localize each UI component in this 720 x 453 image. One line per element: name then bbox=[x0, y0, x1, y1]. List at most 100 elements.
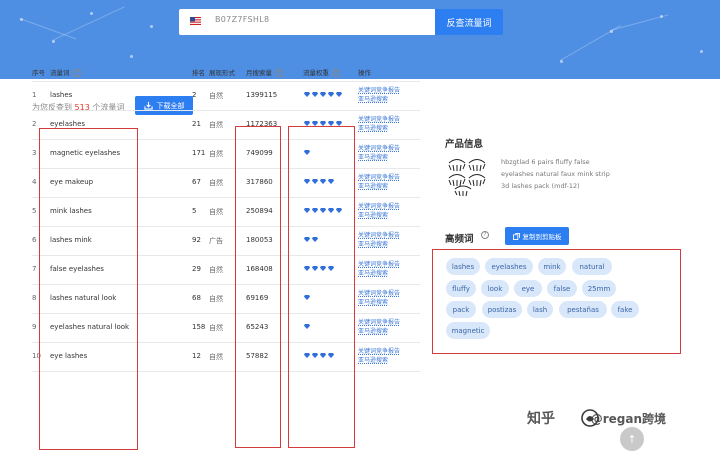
reverse-lookup-button[interactable]: 反查流量词 bbox=[435, 9, 503, 35]
row-index: 3 bbox=[32, 149, 37, 157]
competition-report-link[interactable]: 关键词竞争报告 bbox=[358, 144, 400, 153]
row-index: 6 bbox=[32, 236, 37, 244]
frequent-word-tag[interactable]: lash bbox=[527, 301, 553, 318]
row-actions: 关键词竞争报告 亚马逊搜索 bbox=[358, 289, 400, 307]
product-info-title: 产品信息 bbox=[445, 139, 484, 150]
frequent-word-tag[interactable]: postizas bbox=[482, 301, 522, 318]
competition-report-link[interactable]: 关键词竞争报告 bbox=[358, 231, 400, 240]
row-actions: 关键词竞争报告 亚马逊搜索 bbox=[358, 260, 400, 278]
frequent-word-tag[interactable]: false bbox=[547, 280, 577, 297]
frequent-word-tag[interactable]: fake bbox=[611, 301, 639, 318]
amazon-search-link[interactable]: 亚马逊搜索 bbox=[358, 211, 400, 220]
arrow-up-icon: ↑ bbox=[627, 432, 637, 446]
row-actions: 关键词竞争报告 亚马逊搜索 bbox=[358, 144, 400, 162]
display-type-cell: 自然 bbox=[209, 266, 223, 274]
row-index: 1 bbox=[32, 91, 37, 99]
copy-to-clipboard-button[interactable]: 复制到剪贴板 bbox=[505, 227, 569, 245]
help-icon[interactable]: ? bbox=[332, 69, 340, 77]
header-volume[interactable]: 月搜索量? bbox=[246, 67, 283, 77]
help-icon[interactable]: ? bbox=[481, 231, 489, 239]
header-weight[interactable]: 流量权重? bbox=[303, 67, 340, 77]
rank-cell: 5 bbox=[192, 207, 197, 215]
keyword-cell: lashes bbox=[50, 91, 73, 99]
frequent-word-tag[interactable]: pack bbox=[446, 301, 476, 318]
amazon-search-link[interactable]: 亚马逊搜索 bbox=[358, 153, 400, 162]
amazon-search-link[interactable]: 亚马逊搜索 bbox=[358, 356, 400, 365]
competition-report-link[interactable]: 关键词竞争报告 bbox=[358, 260, 400, 269]
search-box[interactable]: B07Z7FSHL8 bbox=[179, 9, 435, 35]
search-input[interactable]: B07Z7FSHL8 bbox=[215, 15, 269, 24]
copy-icon bbox=[512, 232, 520, 240]
row-index: 5 bbox=[32, 207, 37, 215]
frequent-word-tag[interactable]: magnetic bbox=[446, 322, 490, 339]
row-index: 9 bbox=[32, 323, 37, 331]
amazon-search-link[interactable]: 亚马逊搜索 bbox=[358, 327, 400, 336]
competition-report-link[interactable]: 关键词竞争报告 bbox=[358, 202, 400, 211]
product-line: hbzgtlad 6 pairs fluffy false bbox=[501, 158, 590, 166]
display-type-cell: 自然 bbox=[209, 324, 223, 332]
watermark-author: @regan跨境 bbox=[590, 412, 667, 426]
watermark-site: 知乎 bbox=[527, 411, 555, 427]
product-image bbox=[445, 155, 490, 197]
traffic-weight-rating bbox=[304, 92, 342, 97]
row-actions: 关键词竞争报告 亚马逊搜索 bbox=[358, 202, 400, 220]
frequent-word-tag[interactable]: eyelashes bbox=[485, 258, 533, 275]
row-actions: 关键词竞争报告 亚马逊搜索 bbox=[358, 115, 400, 133]
volume-column-highlight bbox=[235, 126, 281, 448]
header-keyword[interactable]: 流量词? bbox=[50, 67, 81, 77]
rank-cell: 92 bbox=[192, 236, 201, 244]
rank-cell: 68 bbox=[192, 294, 201, 302]
frequent-word-tag[interactable]: pestañas bbox=[559, 301, 607, 318]
frequent-word-tag[interactable]: look bbox=[481, 280, 509, 297]
us-flag-icon bbox=[190, 17, 201, 25]
amazon-search-link[interactable]: 亚马逊搜索 bbox=[358, 182, 400, 191]
rank-cell: 67 bbox=[192, 178, 201, 186]
help-icon[interactable]: ? bbox=[72, 69, 81, 77]
display-type-cell: 自然 bbox=[209, 179, 223, 187]
header-action: 操作 bbox=[358, 69, 371, 77]
display-type-cell: 自然 bbox=[209, 295, 223, 303]
competition-report-link[interactable]: 关键词竞争报告 bbox=[358, 318, 400, 327]
competition-report-link[interactable]: 关键词竞争报告 bbox=[358, 173, 400, 182]
amazon-search-link[interactable]: 亚马逊搜索 bbox=[358, 240, 400, 249]
competition-report-link[interactable]: 关键词竞争报告 bbox=[358, 289, 400, 298]
amazon-search-link[interactable]: 亚马逊搜索 bbox=[358, 124, 400, 133]
competition-report-link[interactable]: 关键词竞争报告 bbox=[358, 347, 400, 356]
display-type-cell: 自然 bbox=[209, 150, 223, 158]
banner-dot bbox=[150, 25, 153, 28]
rank-cell: 171 bbox=[192, 149, 206, 157]
rank-cell: 158 bbox=[192, 323, 206, 331]
header-volume-label: 月搜索量 bbox=[246, 69, 272, 77]
diamond-icon bbox=[312, 92, 318, 97]
frequent-word-tag[interactable]: 25mm bbox=[582, 280, 616, 297]
help-icon[interactable]: ? bbox=[275, 69, 283, 77]
header-display: 展现形式 bbox=[209, 69, 235, 77]
header-rank[interactable]: 排名 bbox=[192, 67, 205, 77]
frequent-word-tag[interactable]: lashes bbox=[446, 258, 480, 275]
row-actions: 关键词竞争报告 亚马逊搜索 bbox=[358, 347, 400, 365]
row-index: 4 bbox=[32, 178, 37, 186]
frequent-word-tag[interactable]: eye bbox=[514, 280, 542, 297]
banner-dot bbox=[90, 12, 93, 15]
search-volume-cell: 1399115 bbox=[246, 91, 278, 99]
amazon-search-link[interactable]: 亚马逊搜索 bbox=[358, 269, 400, 278]
banner-line bbox=[52, 6, 125, 41]
diamond-icon bbox=[328, 92, 334, 97]
diamond-icon bbox=[304, 92, 310, 97]
amazon-search-link[interactable]: 亚马逊搜索 bbox=[358, 95, 400, 104]
back-to-top-button[interactable]: ↑ bbox=[620, 427, 644, 451]
frequent-word-tag[interactable]: mink bbox=[538, 258, 566, 275]
amazon-search-link[interactable]: 亚马逊搜索 bbox=[358, 298, 400, 307]
frequent-word-tag[interactable]: natural bbox=[572, 258, 612, 275]
row-actions: 关键词竞争报告 亚马逊搜索 bbox=[358, 86, 400, 104]
row-index: 7 bbox=[32, 265, 37, 273]
competition-report-link[interactable]: 关键词竞争报告 bbox=[358, 115, 400, 124]
competition-report-link[interactable]: 关键词竞争报告 bbox=[358, 86, 400, 95]
frequent-word-tag[interactable]: fluffy bbox=[446, 280, 476, 297]
weight-column-highlight bbox=[288, 126, 355, 448]
diamond-icon bbox=[320, 92, 326, 97]
header-keyword-label: 流量词 bbox=[50, 69, 70, 77]
keyword-cell: eyelashes bbox=[50, 120, 86, 128]
display-type-cell: 自然 bbox=[209, 121, 223, 129]
row-index: 2 bbox=[32, 120, 37, 128]
